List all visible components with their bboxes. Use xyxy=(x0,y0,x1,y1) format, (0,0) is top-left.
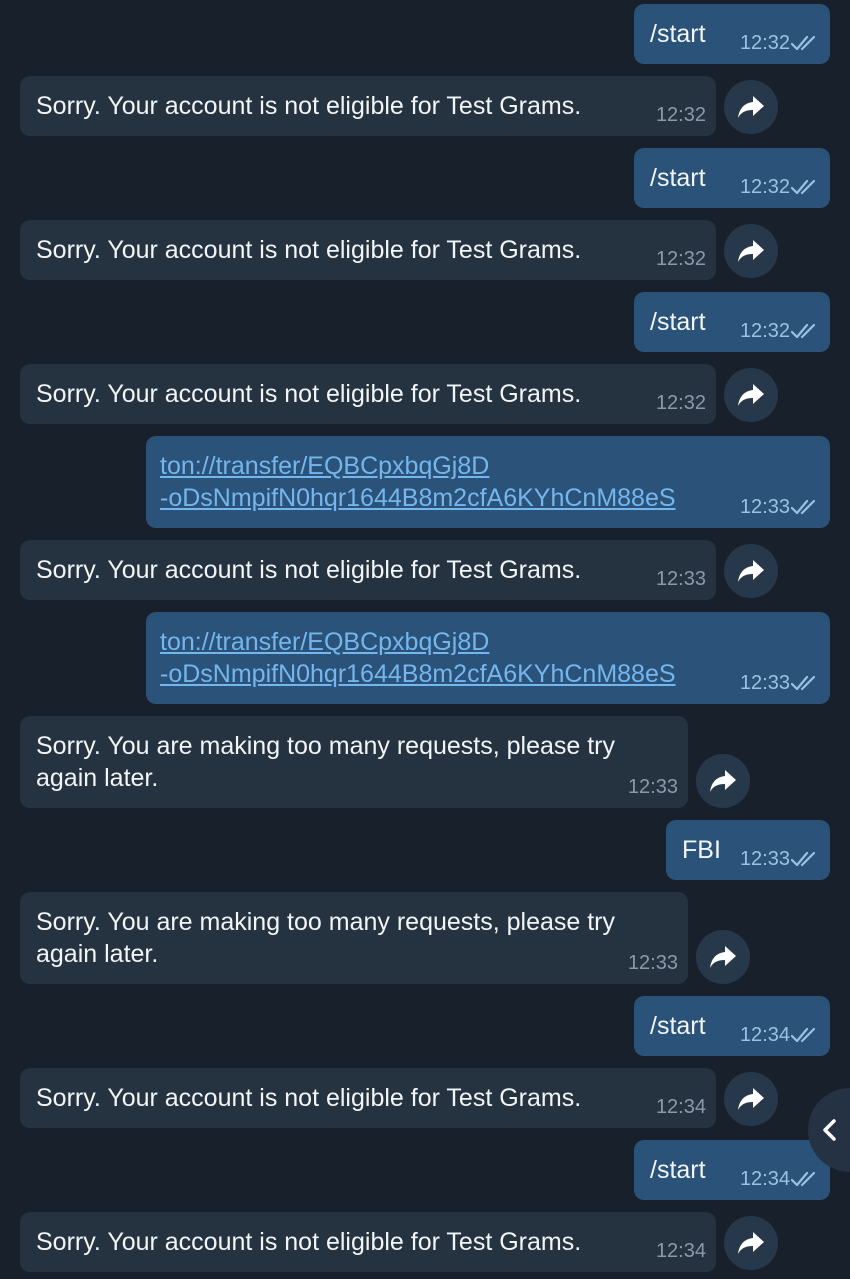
forward-arrow-icon xyxy=(710,946,736,968)
double-check-icon xyxy=(790,35,816,51)
message-text: Sorry. Your account is not eligible for … xyxy=(36,236,582,264)
message-text: FBI xyxy=(682,836,721,864)
message-time: 12:32 xyxy=(655,392,706,414)
message-text: Sorry. Your account is not eligible for … xyxy=(36,556,582,584)
message-text: Sorry. Your account is not eligible for … xyxy=(36,1084,582,1112)
message-time: 12:32 xyxy=(739,320,790,342)
forward-button[interactable] xyxy=(724,224,778,278)
message-text: /start xyxy=(650,1156,706,1184)
incoming-message-bubble[interactable]: Sorry. Your account is not eligible for … xyxy=(20,76,716,136)
message-text: Sorry. You are making too many requests,… xyxy=(36,732,616,792)
outgoing-message-bubble[interactable]: ton://transfer/EQBCpxbqGj8D -oDsNmpifN0h… xyxy=(146,436,830,528)
forward-arrow-icon xyxy=(738,560,764,582)
forward-arrow-icon xyxy=(738,1088,764,1110)
forward-button[interactable] xyxy=(696,754,750,808)
message-time: 12:32 xyxy=(655,248,706,270)
forward-button[interactable] xyxy=(724,368,778,422)
message-time: 12:33 xyxy=(739,848,790,870)
forward-arrow-icon xyxy=(738,1232,764,1254)
message-time: 12:33 xyxy=(739,496,790,518)
double-check-icon xyxy=(790,1027,816,1043)
forward-arrow-icon xyxy=(738,96,764,118)
outgoing-message-bubble[interactable]: FBI 12:33 xyxy=(666,820,830,880)
message-time: 12:33 xyxy=(627,776,678,798)
message-time: 12:33 xyxy=(739,672,790,694)
forward-button[interactable] xyxy=(724,1072,778,1126)
forward-arrow-icon xyxy=(738,240,764,262)
message-time: 12:34 xyxy=(739,1024,790,1046)
message-text: Sorry. Your account is not eligible for … xyxy=(36,92,582,120)
forward-button[interactable] xyxy=(696,930,750,984)
double-check-icon xyxy=(790,851,816,867)
chevron-left-icon xyxy=(823,1119,836,1141)
incoming-message-bubble[interactable]: Sorry. Your account is not eligible for … xyxy=(20,1068,716,1128)
outgoing-message-bubble[interactable]: /start 12:32 xyxy=(634,4,830,64)
message-time: 12:32 xyxy=(655,104,706,126)
message-text: Sorry. Your account is not eligible for … xyxy=(36,1228,582,1256)
message-time: 12:34 xyxy=(655,1240,706,1262)
message-text: Sorry. Your account is not eligible for … xyxy=(36,380,582,408)
message-link[interactable]: ton://transfer/EQBCpxbqGj8D -oDsNmpifN0h… xyxy=(160,450,676,514)
message-text: /start xyxy=(650,164,706,192)
incoming-message-bubble[interactable]: Sorry. You are making too many requests,… xyxy=(20,716,688,808)
double-check-icon xyxy=(790,499,816,515)
message-time: 12:32 xyxy=(739,176,790,198)
message-text: Sorry. You are making too many requests,… xyxy=(36,908,616,968)
outgoing-message-bubble[interactable]: /start 12:34 xyxy=(634,996,830,1056)
message-link[interactable]: ton://transfer/EQBCpxbqGj8D -oDsNmpifN0h… xyxy=(160,626,676,690)
forward-button[interactable] xyxy=(724,1216,778,1270)
incoming-message-bubble[interactable]: Sorry. Your account is not eligible for … xyxy=(20,540,716,600)
incoming-message-bubble[interactable]: Sorry. You are making too many requests,… xyxy=(20,892,688,984)
incoming-message-bubble[interactable]: Sorry. Your account is not eligible for … xyxy=(20,220,716,280)
message-time: 12:33 xyxy=(655,568,706,590)
double-check-icon xyxy=(790,323,816,339)
outgoing-message-bubble[interactable]: /start 12:32 xyxy=(634,148,830,208)
forward-button[interactable] xyxy=(724,80,778,134)
incoming-message-bubble[interactable]: Sorry. Your account is not eligible for … xyxy=(20,1212,716,1272)
forward-arrow-icon xyxy=(738,384,764,406)
message-time: 12:34 xyxy=(655,1096,706,1118)
double-check-icon xyxy=(790,1171,816,1187)
message-time: 12:32 xyxy=(739,32,790,54)
double-check-icon xyxy=(790,179,816,195)
outgoing-message-bubble[interactable]: /start 12:34 xyxy=(634,1140,830,1200)
outgoing-message-bubble[interactable]: /start 12:32 xyxy=(634,292,830,352)
message-text: /start xyxy=(650,1012,706,1040)
message-text: /start xyxy=(650,308,706,336)
forward-button[interactable] xyxy=(724,544,778,598)
forward-arrow-icon xyxy=(710,770,736,792)
double-check-icon xyxy=(790,675,816,691)
incoming-message-bubble[interactable]: Sorry. Your account is not eligible for … xyxy=(20,364,716,424)
outgoing-message-bubble[interactable]: ton://transfer/EQBCpxbqGj8D -oDsNmpifN0h… xyxy=(146,612,830,704)
message-text: /start xyxy=(650,20,706,48)
message-time: 12:34 xyxy=(739,1168,790,1190)
message-time: 12:33 xyxy=(627,952,678,974)
